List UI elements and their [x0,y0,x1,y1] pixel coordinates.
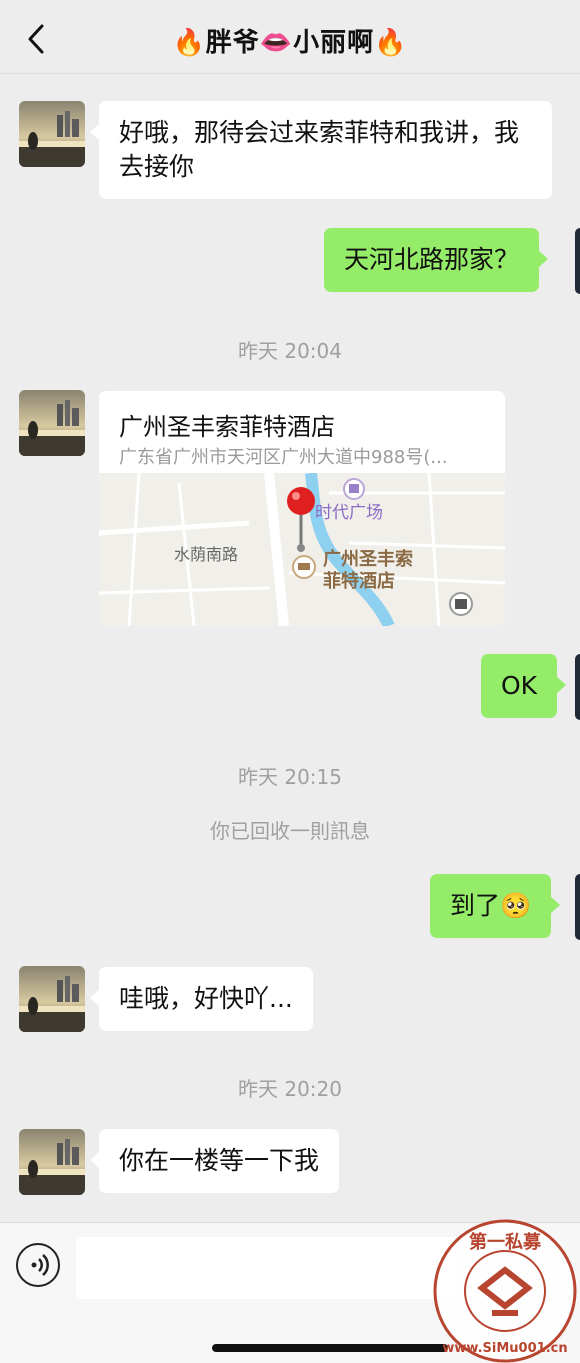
message-bubble-outgoing[interactable]: 到了🥺 [430,874,561,938]
watermark-text-bottom: www.SiMu001.cn [442,1341,567,1356]
location-map[interactable]: 时代广场 水荫南路 广州圣丰索 菲特酒店 [99,472,505,626]
contact-avatar[interactable] [19,966,85,1032]
message-bubble-outgoing[interactable]: OK [481,654,567,718]
watermark-stamp: 第一私募 www.SiMu001.cn [432,1218,578,1363]
voice-input-button[interactable] [16,1243,60,1287]
map-label-times-square: 时代广场 [315,503,383,523]
chat-title: 🔥胖爷👄小丽啊🔥 [172,28,408,58]
timestamp: 昨天 20:15 [238,765,342,789]
map-label-hotel-2: 菲特酒店 [323,570,395,592]
home-indicator [212,1344,448,1352]
watermark-text-top: 第一私募 [469,1231,542,1253]
contact-avatar[interactable] [19,390,85,456]
self-avatar[interactable] [575,874,580,940]
message-bubble-outgoing[interactable]: 天河北路那家？ [324,228,549,292]
message-bubble-incoming[interactable]: 哇哦，好快吖... [90,967,313,1031]
contact-avatar[interactable] [19,1129,85,1195]
location-card[interactable]: 广州圣丰索菲特酒店 广东省广州市天河区广州大道中988号(... 时代广场 水荫… [99,391,505,626]
timestamp: 昨天 20:20 [238,1077,342,1101]
voice-icon [31,1254,49,1276]
message-bubble-incoming[interactable]: 好哦，那待会过来索菲特和我讲，我去接你 [90,101,552,199]
location-address: 广东省广州市天河区广州大道中988号(... [119,447,448,468]
map-label-road: 水荫南路 [174,545,238,564]
location-name: 广州圣丰索菲特酒店 [119,413,335,441]
timestamp: 昨天 20:04 [238,339,342,363]
message-input[interactable] [76,1237,456,1299]
message-bubble-incoming[interactable]: 你在一楼等一下我 [89,1129,340,1193]
recall-notice: 你已回收一則訊息 [210,819,370,843]
self-avatar[interactable] [575,654,580,720]
map-label-hotel-1: 广州圣丰索 [323,548,413,570]
self-avatar[interactable] [575,228,580,294]
chat-header: 🔥胖爷👄小丽啊🔥 [0,0,580,74]
contact-avatar[interactable] [19,101,85,167]
